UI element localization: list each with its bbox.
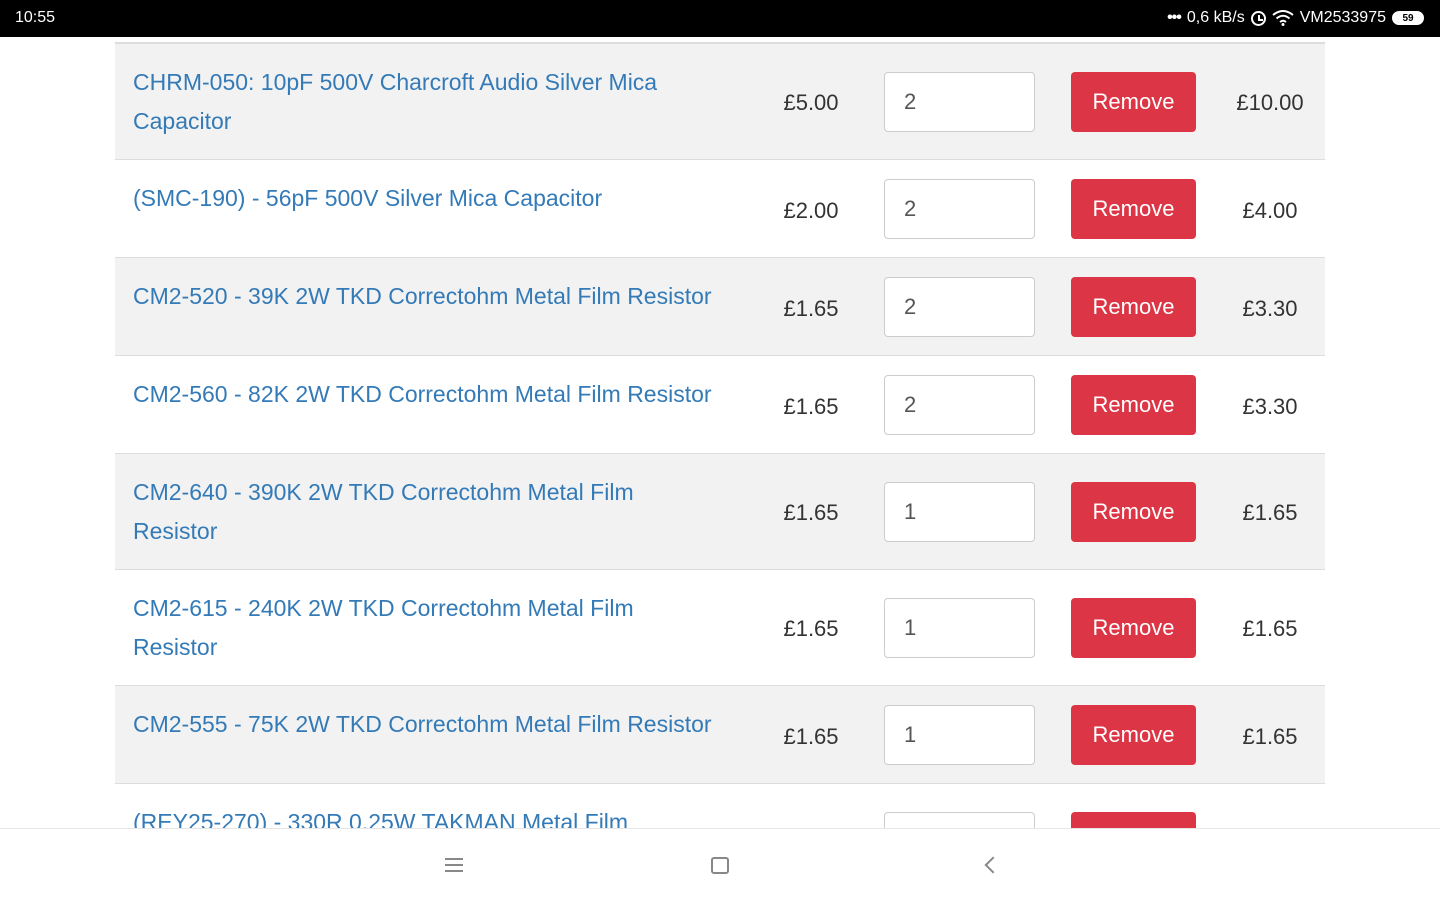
quantity-input[interactable] [884, 375, 1035, 435]
network-speed: 0,6 kB/s [1186, 9, 1245, 26]
remove-button[interactable]: Remove [1071, 598, 1196, 658]
unit-price: £1.65 [783, 394, 839, 419]
status-right-group: ••• 0,6 kB/s VM2533975 59 [1167, 9, 1424, 27]
alarm-icon [1250, 10, 1266, 26]
product-link[interactable]: CM2-555 - 75K 2W TKD Correctohm Metal Fi… [133, 705, 733, 744]
quantity-input[interactable] [884, 277, 1035, 337]
unit-price: £2.00 [783, 198, 839, 223]
unit-price: £1.65 [783, 296, 839, 321]
menu-icon[interactable] [424, 829, 484, 900]
system-nav-bar [0, 828, 1440, 900]
status-time: 10:55 [15, 9, 56, 26]
quantity-input[interactable] [884, 598, 1035, 658]
product-link[interactable]: CM2-520 - 39K 2W TKD Correctohm Metal Fi… [133, 277, 733, 316]
cart-row: (SMC-190) - 56pF 500V Silver Mica Capaci… [115, 160, 1325, 258]
wifi-icon [1272, 10, 1294, 26]
line-total: £10.00 [1236, 90, 1304, 115]
remove-button[interactable]: Remove [1071, 482, 1196, 542]
line-total: £1.65 [1242, 724, 1298, 749]
home-icon[interactable] [690, 829, 750, 900]
line-total: £4.00 [1242, 198, 1298, 223]
cart-table: CHRM-050: 10pF 500V Charcroft Audio Silv… [115, 42, 1325, 828]
product-link[interactable]: CM2-640 - 390K 2W TKD Correctohm Metal F… [133, 473, 673, 551]
unit-price: £1.65 [783, 724, 839, 749]
quantity-input[interactable] [884, 72, 1035, 132]
remove-button[interactable]: Remove [1071, 179, 1196, 239]
quantity-input[interactable] [884, 179, 1035, 239]
cart-row: CM2-640 - 390K 2W TKD Correctohm Metal F… [115, 454, 1325, 570]
cart-row: CM2-560 - 82K 2W TKD Correctohm Metal Fi… [115, 356, 1325, 454]
unit-price: £1.65 [783, 500, 839, 525]
cart-row: CM2-615 - 240K 2W TKD Correctohm Metal F… [115, 570, 1325, 686]
page-content[interactable]: CHRM-050: 10pF 500V Charcroft Audio Silv… [0, 37, 1440, 828]
battery-icon: 59 [1392, 11, 1424, 25]
unit-price: £5.00 [783, 90, 839, 115]
cart-row: CHRM-050: 10pF 500V Charcroft Audio Silv… [115, 44, 1325, 160]
product-link[interactable]: (REY25-270) - 330R 0.25W TAKMAN Metal Fi… [133, 803, 673, 828]
remove-button[interactable]: Remove [1071, 705, 1196, 765]
signal-dots-icon: ••• [1167, 9, 1182, 26]
product-link[interactable]: CHRM-050: 10pF 500V Charcroft Audio Silv… [133, 63, 733, 141]
product-link[interactable]: CM2-615 - 240K 2W TKD Correctohm Metal F… [133, 589, 673, 667]
back-icon[interactable] [960, 829, 1020, 900]
unit-price: £1.65 [783, 616, 839, 641]
product-link[interactable]: CM2-560 - 82K 2W TKD Correctohm Metal Fi… [133, 375, 733, 414]
remove-button[interactable]: Remove [1071, 375, 1196, 435]
line-total: £3.30 [1242, 394, 1298, 419]
line-total: £1.65 [1242, 500, 1298, 525]
quantity-input[interactable] [884, 812, 1035, 828]
status-bar: 10:55 ••• 0,6 kB/s VM2533975 59 [0, 0, 1440, 37]
remove-button[interactable]: Remove [1071, 72, 1196, 132]
cart-row: CM2-555 - 75K 2W TKD Correctohm Metal Fi… [115, 686, 1325, 784]
remove-button[interactable]: Remove [1071, 277, 1196, 337]
cart-row: (REY25-270) - 330R 0.25W TAKMAN Metal Fi… [115, 784, 1325, 828]
battery-level: 59 [1402, 12, 1414, 24]
remove-button[interactable]: Remove [1071, 812, 1196, 828]
line-total: £1.65 [1242, 616, 1298, 641]
quantity-input[interactable] [884, 705, 1035, 765]
cart-row: CM2-520 - 39K 2W TKD Correctohm Metal Fi… [115, 258, 1325, 356]
wifi-name: VM2533975 [1299, 9, 1386, 26]
product-link[interactable]: (SMC-190) - 56pF 500V Silver Mica Capaci… [133, 179, 733, 218]
line-total: £3.30 [1242, 296, 1298, 321]
quantity-input[interactable] [884, 482, 1035, 542]
